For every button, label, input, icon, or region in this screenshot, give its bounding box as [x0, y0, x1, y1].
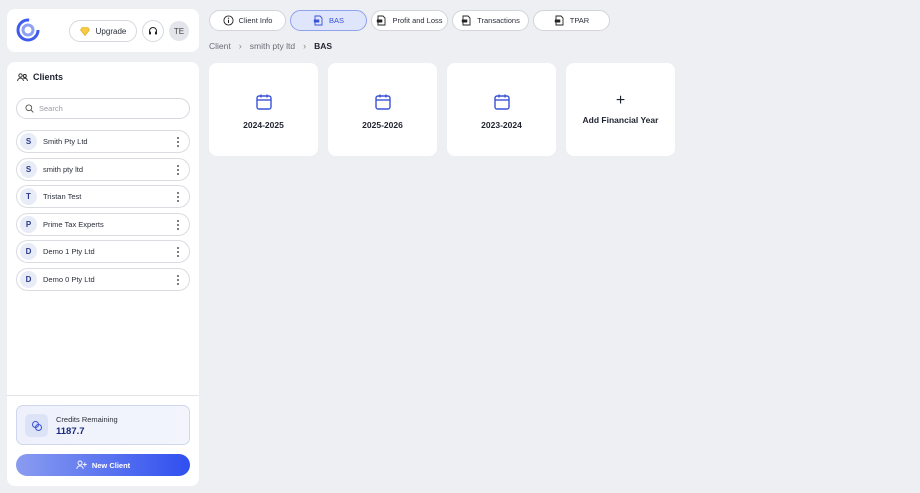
gem-icon — [79, 26, 90, 36]
breadcrumb: Client › smith pty ltd › BAS — [209, 41, 332, 51]
tab-client-info[interactable]: Client Info — [209, 10, 286, 31]
chevron-right-icon: › — [238, 41, 242, 51]
document-icon — [461, 15, 471, 26]
breadcrumb-current: BAS — [314, 41, 333, 51]
user-avatar[interactable]: TE — [169, 21, 189, 41]
client-initial: T — [20, 188, 37, 205]
client-initial: P — [20, 215, 37, 233]
plus-icon: + — [615, 92, 626, 109]
coins-icon — [25, 414, 48, 437]
add-user-icon — [76, 460, 87, 470]
more-options-icon[interactable] — [174, 219, 182, 231]
client-list-item[interactable]: S smith pty ltd — [16, 157, 190, 181]
tab-tpar[interactable]: TPAR — [533, 10, 610, 31]
financial-year-card[interactable]: 2025-2026 — [328, 63, 437, 156]
financial-year-label: 2025-2026 — [362, 120, 403, 130]
client-list-item[interactable]: D Demo 0 Pty Ltd — [16, 267, 190, 291]
more-options-icon[interactable] — [174, 136, 182, 148]
add-financial-year-button[interactable]: + Add Financial Year — [566, 63, 675, 156]
client-list: S Smith Pty Ltd S smith pty ltd T Trista… — [16, 130, 190, 295]
client-initial: D — [20, 243, 37, 260]
client-initial: S — [20, 160, 37, 178]
calendar-icon — [255, 94, 272, 110]
new-client-button[interactable]: New Client — [16, 454, 190, 476]
tab-profit-and-loss[interactable]: Profit and Loss — [371, 10, 448, 31]
client-list-item[interactable]: T Tristan Test — [16, 185, 190, 208]
credits-card: Credits Remaining 1187.7 — [16, 405, 190, 445]
tab-label: Transactions — [477, 16, 520, 25]
financial-year-label: 2023-2024 — [481, 120, 522, 130]
support-button[interactable] — [142, 20, 164, 42]
upgrade-button[interactable]: Upgrade — [69, 20, 137, 42]
credits-label: Credits Remaining — [56, 415, 118, 424]
client-list-item[interactable]: P Prime Tax Experts — [16, 212, 190, 236]
financial-year-card[interactable]: 2023-2024 — [447, 63, 556, 156]
financial-year-label: 2024-2025 — [243, 120, 284, 130]
tab-transactions[interactable]: Transactions — [452, 10, 529, 31]
more-options-icon[interactable] — [174, 274, 182, 286]
client-name: Smith Pty Ltd — [43, 137, 88, 146]
calendar-icon — [374, 94, 391, 110]
breadcrumb-item[interactable]: Client — [209, 41, 231, 51]
tab-label: TPAR — [569, 16, 590, 25]
more-options-icon[interactable] — [174, 164, 182, 176]
calendar-icon — [493, 94, 510, 110]
client-name: Tristan Test — [43, 192, 82, 201]
add-financial-year-label: Add Financial Year — [582, 115, 659, 125]
breadcrumb-item[interactable]: smith pty ltd — [250, 41, 295, 51]
client-list-item[interactable]: D Demo 1 Pty Ltd — [16, 240, 190, 263]
chevron-right-icon: › — [303, 41, 307, 51]
document-icon — [554, 15, 564, 26]
document-icon — [313, 15, 323, 26]
client-list-item[interactable]: S Smith Pty Ltd — [16, 130, 190, 153]
client-name: Demo 0 Pty Ltd — [43, 274, 95, 284]
headset-icon — [149, 27, 157, 35]
more-options-icon[interactable] — [174, 246, 182, 258]
tab-label: BAS — [328, 16, 344, 25]
credits-value: 1187.7 — [56, 426, 85, 437]
client-name: Prime Tax Experts — [43, 219, 104, 229]
document-icon — [377, 15, 386, 26]
sidebar-divider — [7, 395, 199, 396]
upgrade-label: Upgrade — [95, 26, 127, 36]
sidebar-header: Clients — [17, 72, 63, 82]
tab-label: Profit and Loss — [392, 16, 443, 25]
clients-sidebar: Clients S Smith Pty Ltd S smith pty ltd … — [7, 62, 199, 486]
users-icon — [17, 72, 28, 81]
tab-bas[interactable]: BAS — [290, 10, 367, 31]
financial-year-grid: 2024-2025 2025-2026 2023-2024 + Add Fina… — [209, 63, 675, 156]
search-field[interactable] — [16, 98, 190, 119]
more-options-icon[interactable] — [174, 191, 182, 203]
client-name: smith pty ltd — [43, 164, 84, 174]
client-initial: S — [20, 133, 37, 150]
client-initial: D — [20, 270, 37, 288]
search-icon — [25, 104, 34, 113]
sidebar-title: Clients — [33, 72, 64, 82]
financial-year-card[interactable]: 2024-2025 — [209, 63, 318, 156]
top-bar: Upgrade TE — [7, 9, 199, 52]
tab-label: Client Info — [238, 16, 273, 25]
search-input[interactable] — [39, 104, 179, 113]
client-name: Demo 1 Pty Ltd — [43, 247, 95, 256]
info-icon — [223, 15, 234, 26]
new-client-label: New Client — [91, 460, 131, 470]
tab-bar: Client Info BAS Profit and Loss Transact… — [209, 10, 610, 31]
app-logo-icon[interactable] — [16, 18, 40, 42]
